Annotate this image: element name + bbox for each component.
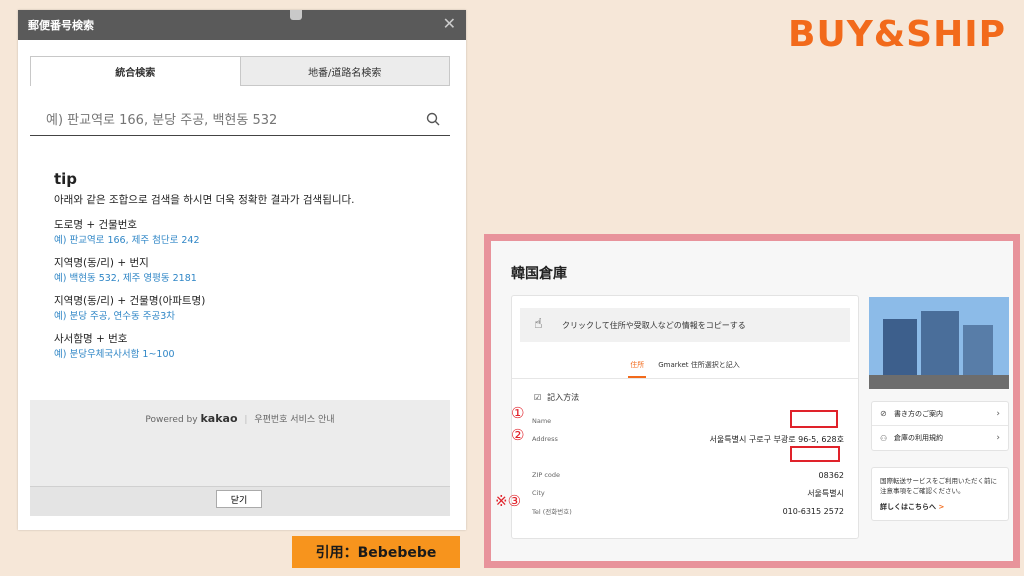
field-value: 08362 (818, 470, 844, 480)
tip-description: 아래와 같은 조합으로 검색을 하시면 더욱 정확한 결과가 검색됩니다. (54, 194, 355, 206)
postal-service-info-link[interactable]: 우편번호 서비스 안내 (254, 415, 334, 425)
field-key: Address (532, 435, 558, 443)
titlebar-decoration (290, 10, 302, 20)
notice-body: 国際転送サービスをご利用いただく前に注意事項をご確認ください。 (880, 477, 997, 495)
tip-section: tip 아래와 같은 조합으로 검색을 하시면 더욱 정확한 결과가 검색됩니다… (54, 170, 444, 369)
writing-guide-label: 書き方のご案内 (894, 409, 943, 418)
address-highlight-box (790, 446, 840, 462)
howto-label: ☑ 記入方法 (534, 392, 579, 403)
checkbox-icon: ☑ (534, 393, 542, 402)
address-fields: Name Address 서울특별시 구로구 부광로 96-5, 628호 ZI… (532, 412, 844, 520)
field-row[interactable]: Tel (전화번호) 010-6315 2572 (532, 502, 844, 520)
field-row[interactable]: City 서울특별시 (532, 484, 844, 502)
search-bar (30, 106, 450, 136)
tip-example: 예) 백현동 532, 제주 영평동 2181 (54, 273, 197, 284)
field-row[interactable]: ZIP code 08362 (532, 466, 844, 484)
tip-title: tip (54, 170, 78, 188)
tip-item: 도로명 + 건물번호 예) 판교역로 166, 제주 첨단로 242 (54, 217, 444, 249)
tab-address[interactable]: 住所 (628, 356, 647, 378)
field-key: City (532, 489, 545, 497)
search-tabs: 統合検索 地番/道路名検索 (30, 56, 450, 86)
pointer-hand-icon: ☝ (534, 316, 543, 332)
arrow-right-icon: > (938, 503, 945, 511)
tip-item: 지역명(동/리) + 번지 예) 백현동 532, 제주 영평동 2181 (54, 255, 444, 287)
footer-separator: | (244, 415, 248, 425)
popup-titlebar: 郵便番号検索 ✕ (18, 10, 466, 40)
chevron-right-icon: › (996, 408, 1000, 419)
powered-by-text: Powered by (145, 415, 198, 425)
tab-lot-road-search[interactable]: 地番/道路名検索 (240, 56, 450, 86)
kakao-logo: kakao (200, 412, 238, 425)
marker-2: ② (511, 426, 525, 444)
field-key: Tel (전화번호) (532, 508, 572, 516)
guide-icon: ⊘ (880, 409, 887, 418)
details-link-text: 詳しくはこちらへ (880, 503, 936, 511)
notice-card: 国際転送サービスをご利用いただく前に注意事項をご確認ください。 詳しくはこちらへ… (871, 467, 1009, 521)
address-card: ☝ クリックして住所や受取人などの情報をコピーする 住所 Gmarket 住所選… (511, 295, 859, 539)
copy-hint: クリックして住所や受取人などの情報をコピーする (562, 320, 746, 330)
writing-guide-button[interactable]: ⊘ 書き方のご案内 › (872, 402, 1008, 426)
copy-info-bar[interactable]: ☝ クリックして住所や受取人などの情報をコピーする (520, 308, 850, 342)
tab-integrated-search[interactable]: 統合検索 (30, 56, 241, 86)
tip-example: 예) 판교역로 166, 제주 첨단로 242 (54, 235, 200, 246)
tip-label: 도로명 + 건물번호 (54, 219, 138, 231)
warehouse-building-photo (869, 297, 1009, 389)
postal-search-popup: 郵便番号検索 ✕ 統合検索 地番/道路名検索 tip 아래와 같은 조합으로 검… (18, 10, 466, 530)
tab-gmarket[interactable]: Gmarket 住所選択と記入 (656, 356, 742, 378)
popup-footer: Powered by kakao | 우편번호 서비스 안내 (30, 400, 450, 496)
page-title: 韓国倉庫 (511, 266, 567, 282)
tip-label: 지역명(동/리) + 건물명(아파트명) (54, 295, 206, 307)
citation-label: 引用：Bebebebe (292, 536, 460, 568)
tip-item: 지역명(동/리) + 건물명(아파트명) 예) 분당 주공, 연수동 주공3차 (54, 293, 444, 325)
close-button[interactable]: 닫기 (216, 490, 262, 508)
tip-label: 지역명(동/리) + 번지 (54, 257, 149, 269)
search-icon[interactable] (426, 112, 440, 126)
marker-3: ※③ (495, 492, 522, 510)
popup-title: 郵便番号検索 (28, 19, 94, 32)
warehouse-screenshot-frame: 韓国倉庫 ☝ クリックして住所や受取人などの情報をコピーする 住所 Gmarke… (484, 234, 1020, 568)
buyandship-logo: BUY&SHIP (788, 14, 1006, 55)
notice-text: 国際転送サービスをご利用いただく前に注意事項をご確認ください。 詳しくはこちらへ… (872, 468, 1008, 520)
powered-by: Powered by kakao | 우편번호 서비스 안내 (30, 412, 450, 425)
warehouse-terms-button[interactable]: ⚇ 倉庫の利用規約 › (872, 426, 1008, 450)
tip-example: 예) 분당우체국사서함 1~100 (54, 349, 175, 360)
field-value: 010-6315 2572 (782, 506, 844, 516)
tip-item: 사서함명 + 번호 예) 분당우체국사서함 1~100 (54, 331, 444, 363)
chevron-right-icon: › (996, 433, 1000, 443)
field-key: Name (532, 417, 552, 425)
field-value: 서울특별시 구로구 부광로 96-5, 628호 (709, 434, 844, 444)
warehouse-terms-label: 倉庫の利用規約 (894, 434, 943, 442)
help-links-card: ⊘ 書き方のご案内 › ⚇ 倉庫の利用規約 › (871, 401, 1009, 451)
close-icon[interactable]: ✕ (443, 16, 456, 32)
divider (512, 378, 858, 379)
marker-1: ① (511, 404, 525, 422)
user-icon: ⚇ (880, 433, 888, 443)
tip-label: 사서함명 + 번호 (54, 333, 128, 345)
address-tabs: 住所 Gmarket 住所選択と記入 (512, 356, 858, 378)
field-value: 서울특별시 (807, 488, 844, 498)
search-input[interactable] (46, 113, 416, 128)
tip-example: 예) 분당 주공, 연수동 주공3차 (54, 311, 175, 322)
howto-text: 記入方法 (547, 393, 580, 402)
name-highlight-box (790, 410, 838, 428)
field-key: ZIP code (532, 471, 561, 479)
details-link[interactable]: 詳しくはこちらへ > (880, 502, 1000, 512)
